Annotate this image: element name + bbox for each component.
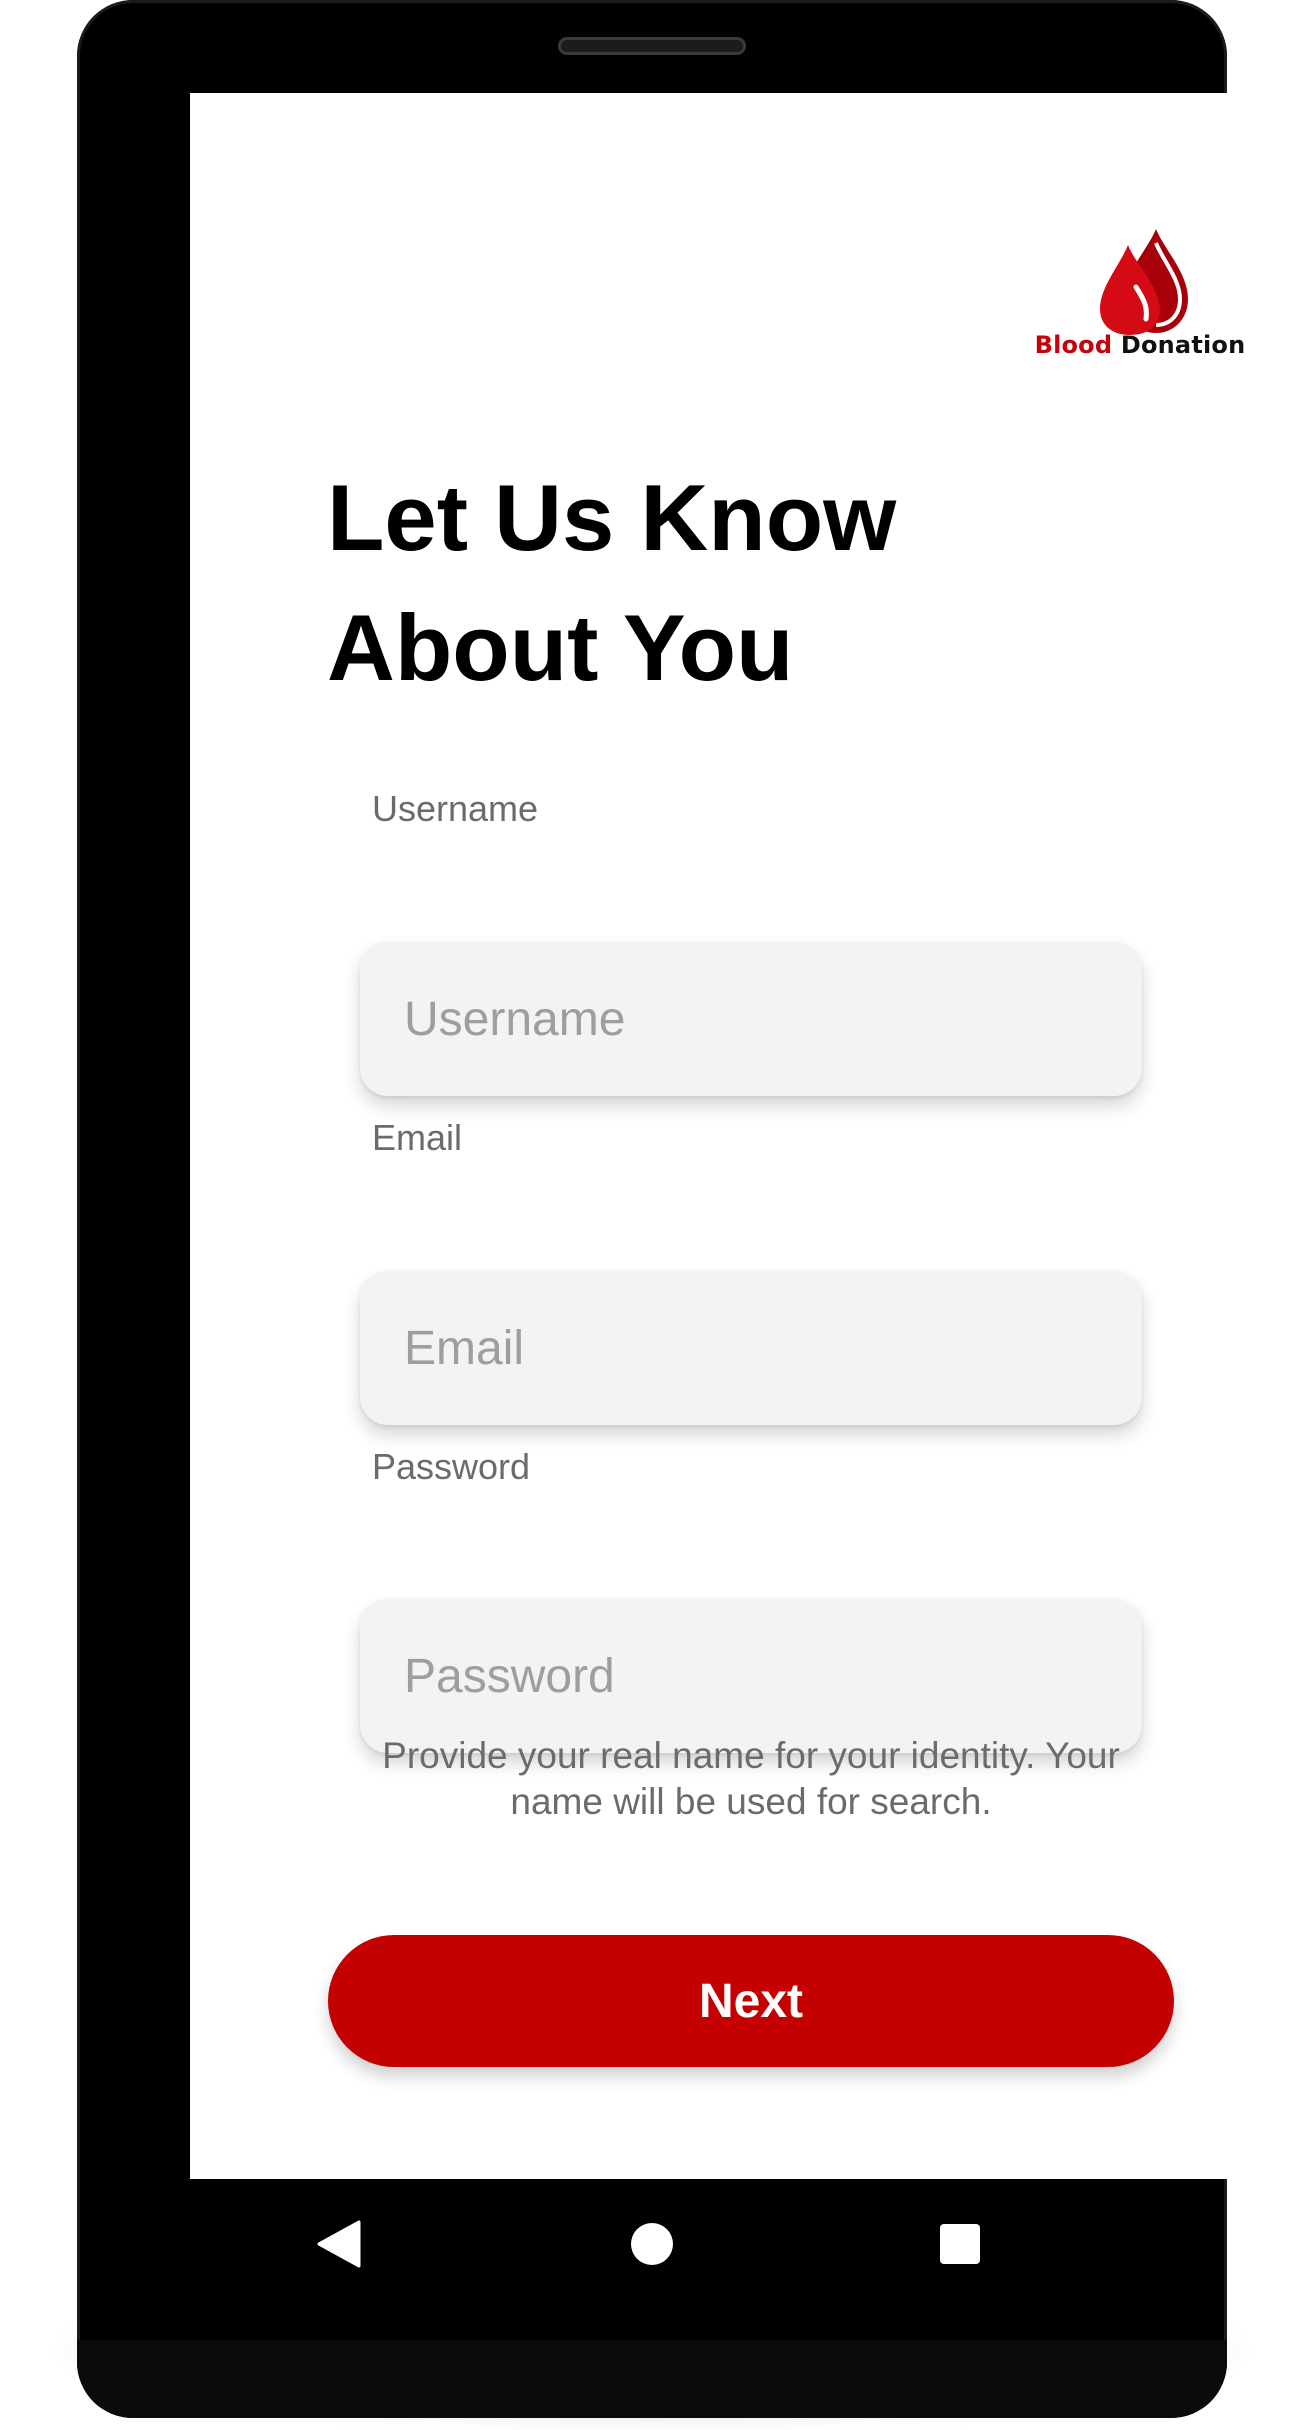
logo-text-blood: Blood (1034, 331, 1113, 359)
blood-drop-icon (1100, 229, 1188, 335)
back-button[interactable] (279, 2179, 399, 2309)
phone-bottom-band (77, 2340, 1227, 2418)
password-input[interactable] (360, 1599, 1142, 1753)
home-button[interactable] (592, 2179, 712, 2309)
triangle-back-icon (317, 2220, 361, 2268)
android-nav-bar (113, 2179, 1192, 2339)
page-title-line1: Let Us Know (327, 465, 897, 570)
email-field[interactable] (360, 1271, 1142, 1425)
speaker-grille (558, 37, 746, 55)
password-field[interactable] (360, 1599, 1142, 1753)
helper-text: Provide your real name for your identity… (382, 1735, 1120, 1822)
next-button[interactable]: Next (328, 1935, 1174, 2067)
phone-frame: Blood Donation Let Us Know About You Use… (77, 0, 1269, 2418)
password-label: Password (372, 1446, 531, 1487)
circle-home-icon (631, 2223, 673, 2265)
email-label: Email (372, 1117, 463, 1158)
recents-button[interactable] (900, 2179, 1020, 2309)
username-label: Username (372, 788, 539, 829)
email-input[interactable] (360, 1271, 1142, 1425)
username-input[interactable] (360, 942, 1142, 1096)
logo-text-donation: Donation (1120, 331, 1246, 359)
app-screen: Blood Donation Let Us Know About You Use… (190, 93, 1269, 2179)
username-field[interactable] (360, 942, 1142, 1096)
page-title: Let Us Know About You (327, 453, 1087, 713)
blood-donation-logo: Blood Donation (1030, 227, 1250, 367)
logo-text: Blood Donation (1030, 331, 1250, 359)
stage: Blood Donation Let Us Know About You Use… (0, 0, 1305, 2430)
page-title-line2: About You (327, 595, 794, 700)
square-recents-icon (940, 2224, 980, 2264)
